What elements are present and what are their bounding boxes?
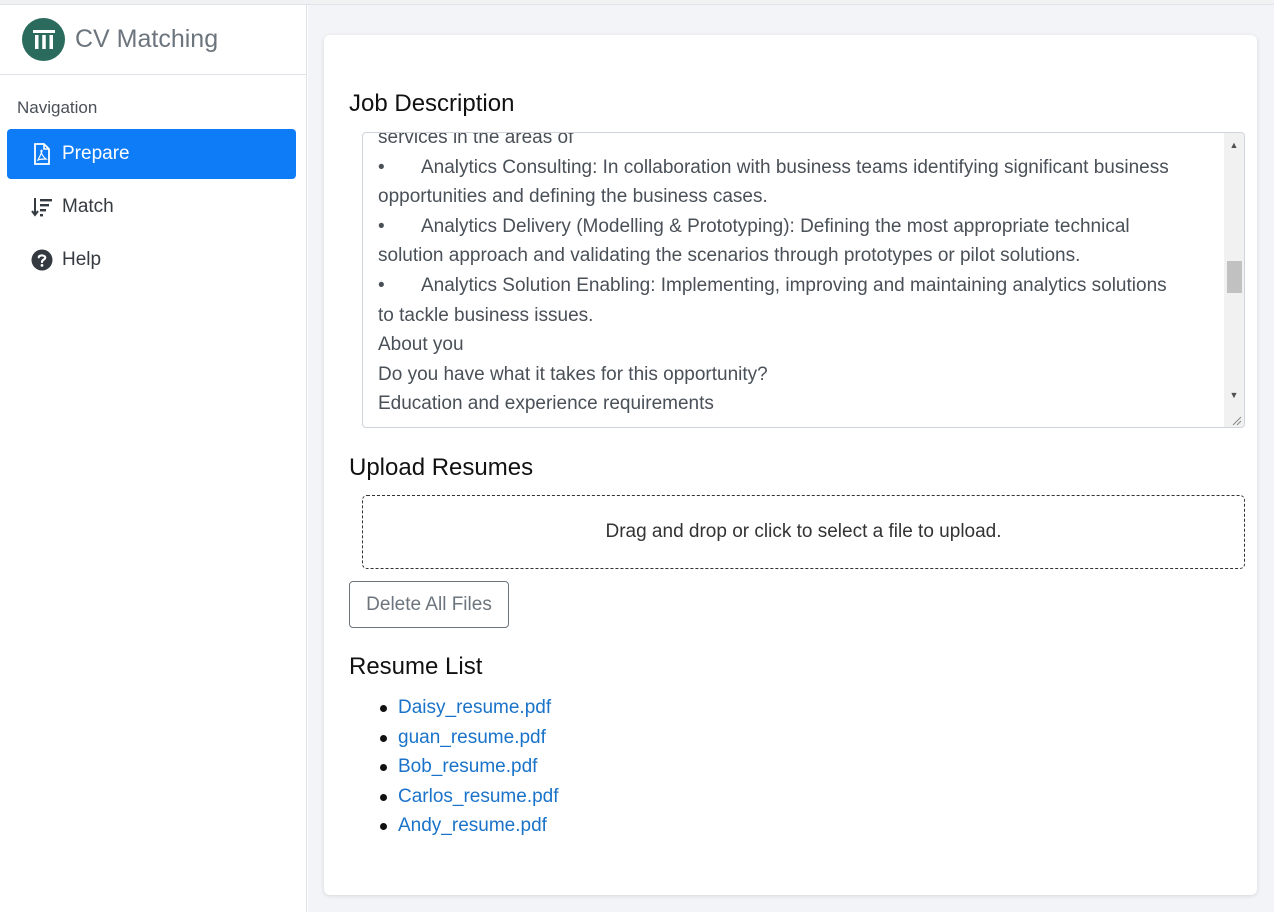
prepare-card: Job Description services in the areas of… [324, 35, 1257, 895]
resume-link[interactable]: guan_resume.pdf [398, 727, 546, 748]
textarea-scrollbar[interactable]: ▲ ▼ [1224, 133, 1244, 427]
line-text: About you [378, 334, 464, 356]
bullet-mark: • [378, 215, 385, 237]
sidebar-item-label: Help [62, 249, 102, 270]
job-description-line: solution approach and validating the sce… [378, 241, 1220, 271]
delete-all-files-button[interactable]: Delete All Files [349, 581, 509, 628]
line-text: Education and experience requirements [378, 393, 714, 415]
job-description-line: • Analytics Solution Enabling: Implementi… [378, 271, 1220, 301]
app-window: CV Matching Navigation Prepare Match Hel… [0, 0, 1274, 912]
brand-title: CV Matching [75, 25, 219, 53]
brand-header[interactable]: CV Matching [0, 5, 306, 75]
line-text: opportunities and defining the business … [378, 186, 768, 208]
resume-list-title: Resume List [349, 653, 483, 680]
nav-heading: Navigation [17, 98, 98, 117]
sidebar-item-match[interactable]: Match [7, 182, 296, 232]
scroll-up-arrow-icon[interactable]: ▲ [1224, 135, 1244, 155]
resume-link[interactable]: Daisy_resume.pdf [398, 697, 551, 718]
line-text: solution approach and validating the sce… [378, 245, 1081, 267]
file-dropzone[interactable]: Drag and drop or click to select a file … [362, 495, 1245, 569]
list-item: Andy_resume.pdf [380, 811, 559, 841]
main-content: Job Description services in the areas of… [308, 5, 1274, 912]
upload-resumes-title: Upload Resumes [349, 454, 534, 481]
list-item: guan_resume.pdf [380, 723, 559, 753]
job-description-line: Education and experience requirements [378, 389, 1220, 419]
job-description-text: services in the areas of • Analytics Consu… [378, 132, 1220, 419]
job-description-line: services in the areas of [378, 132, 1220, 153]
scroll-thumb[interactable] [1227, 261, 1242, 293]
bullet-mark: • [378, 274, 385, 296]
line-text: to tackle business issues. [378, 304, 594, 326]
bullet-mark: • [378, 156, 385, 178]
job-description-line: • Analytics Consulting: In collaboration … [378, 153, 1220, 183]
list-item: Carlos_resume.pdf [380, 782, 559, 812]
line-text: Analytics Consulting: In collaboration w… [421, 156, 1169, 178]
sort-descending-icon [31, 196, 53, 218]
list-item: Daisy_resume.pdf [380, 693, 559, 723]
nav-list: Prepare Match Help [0, 129, 306, 285]
resize-grip-icon[interactable] [1230, 413, 1242, 426]
sidebar-item-help[interactable]: Help [7, 235, 296, 285]
dropzone-text: Drag and drop or click to select a file … [605, 521, 1002, 542]
scroll-down-arrow-icon[interactable]: ▼ [1224, 385, 1244, 405]
question-circle-icon [31, 249, 53, 271]
brand-logo-icon [22, 18, 65, 61]
resume-link[interactable]: Andy_resume.pdf [398, 815, 547, 836]
resume-link[interactable]: Bob_resume.pdf [398, 756, 537, 777]
sidebar: CV Matching Navigation Prepare Match Hel… [0, 5, 307, 912]
line-text: Analytics Delivery (Modelling & Prototyp… [421, 215, 1130, 237]
job-description-textarea[interactable]: services in the areas of • Analytics Consu… [362, 132, 1245, 428]
line-text: Analytics Solution Enabling: Implementin… [421, 274, 1167, 296]
sidebar-item-label: Match [62, 196, 114, 217]
line-text: Do you have what it takes for this oppor… [378, 363, 768, 385]
job-description-line: About you [378, 330, 1220, 360]
job-description-line: to tackle business issues. [378, 301, 1220, 331]
list-item: Bob_resume.pdf [380, 752, 559, 782]
sidebar-item-prepare[interactable]: Prepare [7, 129, 296, 179]
job-description-line: opportunities and defining the business … [378, 182, 1220, 212]
sidebar-item-label: Prepare [62, 143, 130, 164]
line-text: services in the areas of [378, 132, 574, 148]
job-description-line: Do you have what it takes for this oppor… [378, 360, 1220, 390]
resume-list: Daisy_resume.pdf guan_resume.pdf Bob_res… [380, 693, 559, 841]
resume-link[interactable]: Carlos_resume.pdf [398, 786, 559, 807]
job-description-line: • Analytics Delivery (Modelling & Prototy… [378, 212, 1220, 242]
pdf-file-icon [31, 143, 53, 165]
job-description-title: Job Description [349, 90, 515, 117]
